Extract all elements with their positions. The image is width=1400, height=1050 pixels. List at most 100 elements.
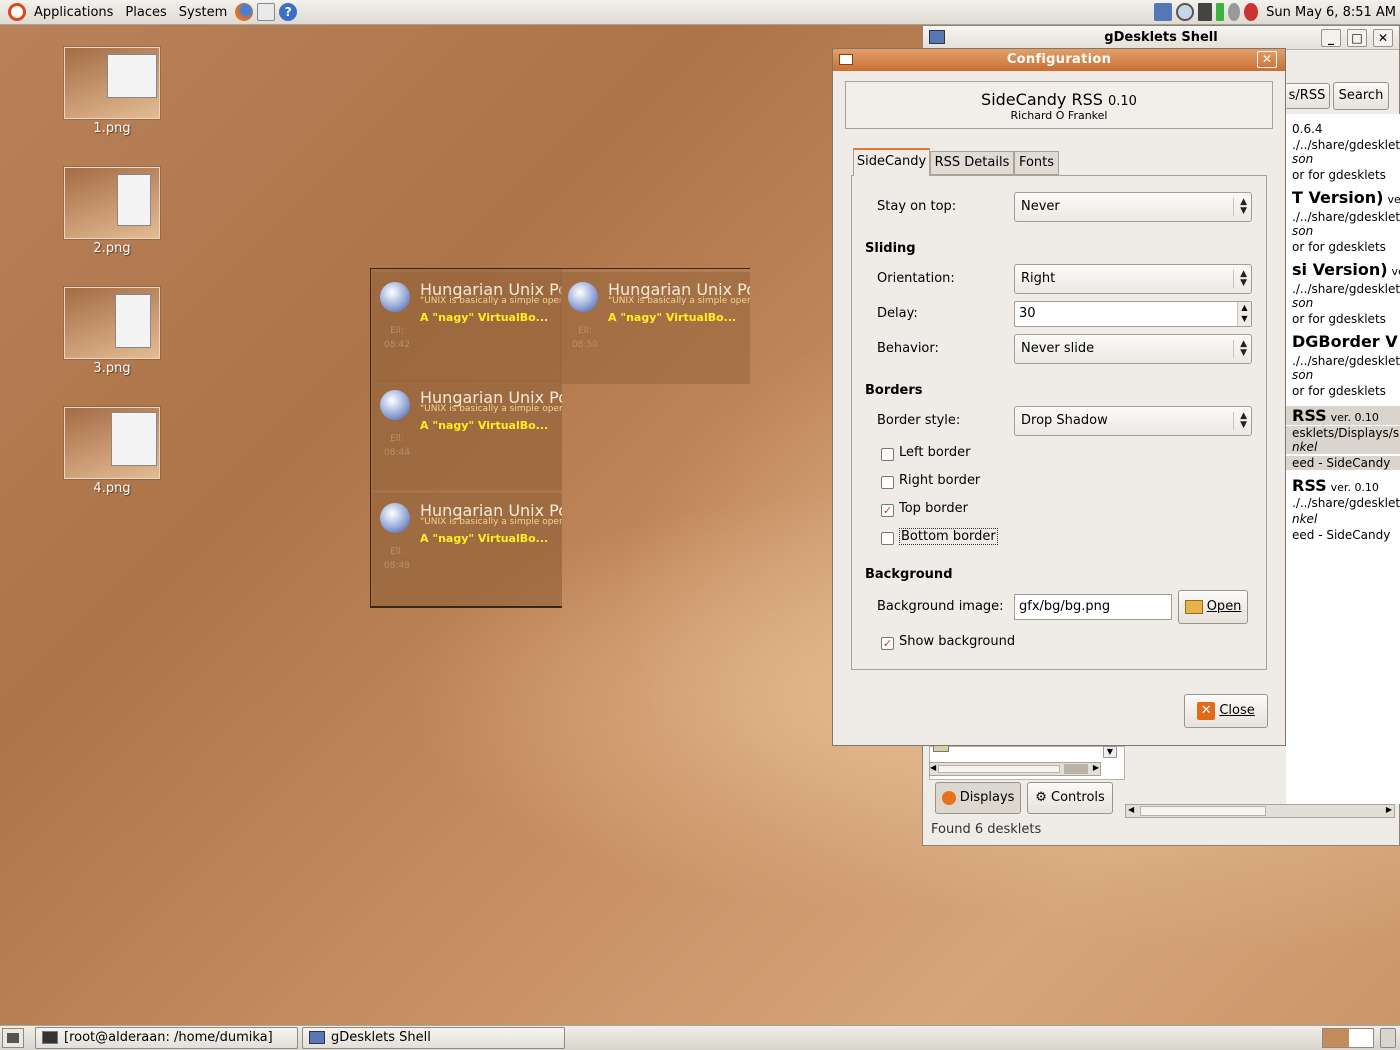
desktop-icon-3[interactable]: 3.png <box>64 287 160 376</box>
desklets-tray-icon[interactable] <box>1154 3 1173 21</box>
menu-applications[interactable]: Applications <box>28 0 119 25</box>
desktop-icon-2[interactable]: 2.png <box>64 167 160 256</box>
feed-headline[interactable]: A "nagy" VirtualBo... <box>420 311 548 324</box>
feed-headline[interactable]: A "nagy" VirtualBo... <box>420 419 548 432</box>
desklet-list[interactable]: 0.6.4 ./../share/gdesklet son or for gdeskl… <box>1286 114 1400 804</box>
help-icon[interactable]: ? <box>279 3 298 21</box>
config-title-bar[interactable]: Configuration ✕ <box>833 49 1285 71</box>
shell-window-icon[interactable] <box>929 30 945 44</box>
list-line[interactable]: or for gdesklets <box>1286 240 1400 254</box>
delay-spinbutton[interactable]: 30 ▲ ▼ <box>1014 301 1252 327</box>
rss-feed-item[interactable]: Hungarian Unix Po "UNIX is basically a s… <box>560 272 750 384</box>
window-menu-icon[interactable] <box>839 54 853 65</box>
rss-feed-item[interactable]: Hungarian Unix Po "UNIX is basically a s… <box>372 272 562 382</box>
rss-feed-item[interactable]: Hungarian Unix Po "UNIX is basically a s… <box>372 380 562 490</box>
minimize-button[interactable]: _ <box>1321 29 1341 47</box>
show-desktop-button[interactable] <box>2 1028 24 1048</box>
borders-heading: Borders <box>865 383 923 398</box>
list-line[interactable]: ./../share/gdesklet <box>1286 138 1400 152</box>
desktop-icon-label: 1.png <box>93 121 131 136</box>
list-line[interactable]: or for gdesklets <box>1286 312 1400 326</box>
background-image-input[interactable]: gfx/bg/bg.png <box>1014 594 1172 620</box>
list-line[interactable]: esklets/Displays/si <box>1286 426 1400 440</box>
right-border-checkbox[interactable]: Right border <box>881 473 980 489</box>
list-line[interactable]: RSS ver. 0.10 <box>1286 476 1400 495</box>
combo-arrows-icon: ▲ ▼ <box>1233 198 1247 216</box>
list-line[interactable]: DGBorder V <box>1286 332 1400 351</box>
behavior-combo[interactable]: Never slide ▲ ▼ <box>1014 334 1252 364</box>
list-line[interactable]: T Version)ver <box>1286 188 1400 207</box>
desktop-icon-4[interactable]: 4.png <box>64 407 160 496</box>
power-tray-icon[interactable] <box>1228 3 1241 21</box>
list-line[interactable]: or for gdesklets <box>1286 384 1400 398</box>
bottom-border-checkbox[interactable]: Bottom border <box>881 528 998 545</box>
taskbar-terminal[interactable]: [root@alderaan: /home/dumika] <box>35 1027 298 1049</box>
orientation-label: Orientation: <box>877 271 955 286</box>
battery-tray-icon[interactable] <box>1216 3 1225 21</box>
taskbar-gdesklets-shell[interactable]: gDesklets Shell <box>302 1027 565 1049</box>
list-line[interactable]: ./../share/gdesklet <box>1286 210 1400 224</box>
list-line[interactable]: ./../share/gdesklet <box>1286 282 1400 296</box>
behavior-label: Behavior: <box>877 341 939 356</box>
horizontal-scrollbar-left[interactable]: ◀ ▶ <box>929 762 1101 776</box>
volume-tray-icon[interactable] <box>1244 3 1259 21</box>
desklet-name: SideCandy RSS <box>981 90 1103 109</box>
list-line[interactable]: nkel <box>1286 512 1400 526</box>
displays-button[interactable]: Displays <box>935 782 1021 814</box>
sidecandy-rss-desklet[interactable]: Hungarian Unix Po "UNIX is basically a s… <box>370 268 750 608</box>
list-line[interactable]: nkel <box>1286 440 1400 454</box>
desktop-icon-1[interactable]: 1.png <box>64 47 160 136</box>
spin-arrows-icon[interactable]: ▲ ▼ <box>1237 302 1251 326</box>
firefox-icon[interactable] <box>235 3 254 21</box>
tab-fonts[interactable]: Fonts <box>1014 151 1059 175</box>
menu-places[interactable]: Places <box>119 0 172 25</box>
list-line[interactable]: son <box>1286 368 1400 382</box>
clock[interactable]: Sun May 6, 8:51 AM <box>1260 0 1400 25</box>
list-line[interactable]: son <box>1286 224 1400 238</box>
category-list-scrollbar[interactable]: ▼ <box>1103 746 1117 758</box>
shell-title-bar[interactable]: gDesklets Shell _ □ ✕ <box>923 26 1399 50</box>
list-line[interactable]: eed - SideCandy <box>1286 528 1400 542</box>
network-tray-icon[interactable] <box>1198 3 1213 21</box>
border-style-combo[interactable]: Drop Shadow ▲ ▼ <box>1014 406 1252 436</box>
image-thumbnail <box>64 167 160 239</box>
close-dialog-button[interactable]: ✕ <box>1257 51 1277 68</box>
list-line[interactable]: or for gdesklets <box>1286 168 1400 182</box>
top-border-checkbox[interactable]: ✓ Top border <box>881 501 968 517</box>
close-button[interactable]: ✕ Close <box>1184 694 1268 728</box>
tab-rss-details[interactable]: RSS Details <box>930 151 1014 175</box>
background-image-label: Background image: <box>877 599 1004 614</box>
close-window-button[interactable]: ✕ <box>1373 29 1393 47</box>
menu-system[interactable]: System <box>173 0 233 25</box>
controls-button[interactable]: ⚙ Controls <box>1027 782 1113 814</box>
trash-icon[interactable] <box>1380 1028 1396 1048</box>
feed-headline[interactable]: A "nagy" VirtualBo... <box>608 311 736 324</box>
maximize-button[interactable]: □ <box>1347 29 1367 47</box>
list-line[interactable]: 0.6.4 <box>1286 122 1400 136</box>
list-line[interactable]: ./../share/gdesklet <box>1286 496 1400 510</box>
mail-icon[interactable] <box>257 3 276 21</box>
feed-time: Ell: 08:48 <box>384 547 410 571</box>
border-style-label: Border style: <box>877 413 961 428</box>
orientation-combo[interactable]: Right ▲ ▼ <box>1014 264 1252 294</box>
search-button[interactable]: Search <box>1333 82 1389 110</box>
configuration-dialog[interactable]: Configuration ✕ SideCandy RSS 0.10 Richa… <box>832 48 1286 746</box>
list-line[interactable]: ./../share/gdesklet <box>1286 354 1400 368</box>
stay-on-top-combo[interactable]: Never ▲ ▼ <box>1014 192 1252 222</box>
show-background-checkbox[interactable]: ✓ Show background <box>881 634 1015 650</box>
list-line[interactable]: si Version)ve <box>1286 260 1400 279</box>
list-line[interactable]: eed - SideCandy <box>1286 456 1400 470</box>
ubuntu-logo-icon[interactable] <box>8 3 26 21</box>
feed-headline[interactable]: A "nagy" VirtualBo... <box>420 532 548 545</box>
list-line[interactable]: RSS ver. 0.10 <box>1286 406 1400 425</box>
horizontal-scrollbar-right[interactable]: ◀ ▶ <box>1125 804 1395 818</box>
list-line[interactable]: son <box>1286 152 1400 166</box>
rss-feed-item[interactable]: Hungarian Unix Po "UNIX is basically a s… <box>372 493 562 606</box>
category-tab-rss[interactable]: s/RSS <box>1285 83 1330 109</box>
tab-sidecandy[interactable]: SideCandy <box>853 148 930 176</box>
workspace-switcher[interactable] <box>1322 1028 1374 1048</box>
open-button[interactable]: Open <box>1178 590 1248 624</box>
left-border-checkbox[interactable]: Left border <box>881 445 971 461</box>
magnifier-tray-icon[interactable] <box>1176 3 1195 21</box>
list-line[interactable]: son <box>1286 296 1400 310</box>
